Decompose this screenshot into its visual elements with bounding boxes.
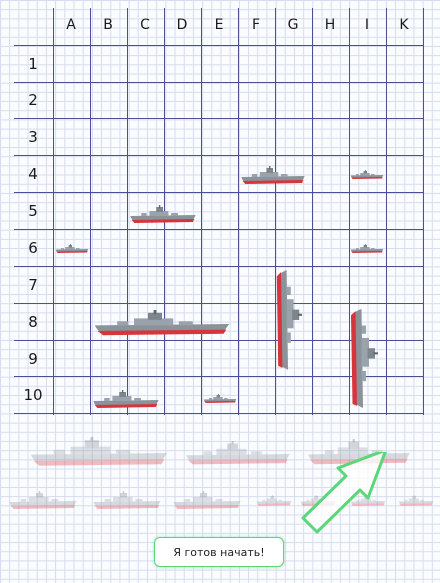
col-label-h: H — [324, 17, 336, 33]
grid-vline — [201, 8, 202, 415]
col-label-b: B — [103, 17, 113, 33]
row-label-4: 4 — [28, 165, 38, 183]
grid-hline — [14, 155, 423, 156]
ship-2-c5-d5[interactable] — [129, 205, 197, 225]
row-label-9: 9 — [28, 350, 38, 368]
col-label-f: F — [251, 17, 261, 33]
grid-hline — [14, 303, 423, 304]
ship-1-i4[interactable] — [350, 170, 384, 180]
grid-vline — [312, 8, 313, 415]
row-label-1: 1 — [28, 55, 38, 73]
grid-vline — [90, 8, 91, 415]
grid-vline — [238, 8, 239, 415]
arrow-icon — [301, 452, 387, 534]
row-label-7: 7 — [28, 276, 38, 294]
grid-hline — [14, 229, 423, 230]
grid-hline — [14, 192, 423, 193]
col-label-c: C — [140, 17, 150, 33]
tray-ship-2 — [172, 491, 242, 511]
ready-to-start-button[interactable]: Я готов начать! — [154, 537, 284, 567]
tray-ship-3 — [184, 441, 292, 467]
row-label-2: 2 — [28, 91, 38, 109]
row-label-8: 8 — [28, 313, 38, 331]
ship-1-a6[interactable] — [55, 244, 89, 254]
grid-vline — [53, 8, 54, 415]
grid-hline — [14, 413, 423, 414]
ship-4-b8-e8[interactable] — [92, 310, 232, 338]
row-label-10: 10 — [23, 386, 43, 404]
ship-2-f4-g4[interactable] — [240, 166, 306, 186]
ship-3-g7-g9[interactable] — [274, 268, 302, 372]
row-label-3: 3 — [28, 128, 38, 146]
grid-hline — [14, 118, 423, 119]
ship-3-i8-i10[interactable] — [348, 307, 378, 410]
grid-hline — [14, 266, 423, 267]
col-label-k: K — [399, 17, 409, 33]
col-label-i: I — [364, 17, 370, 33]
row-label-6: 6 — [28, 239, 38, 257]
col-label-a: A — [66, 17, 76, 33]
col-label-d: D — [176, 17, 188, 33]
grid-vline — [386, 8, 387, 415]
col-label-g: G — [287, 17, 299, 33]
grid-hline — [14, 82, 423, 83]
col-label-e: E — [214, 17, 224, 33]
row-label-5: 5 — [28, 202, 38, 220]
ship-1-i6[interactable] — [350, 244, 384, 254]
tray-ship-2 — [92, 491, 162, 511]
tray-ship-1 — [256, 495, 292, 507]
tray-ship-2 — [8, 491, 78, 511]
grid-vline — [127, 8, 128, 415]
grid-vline — [423, 8, 424, 415]
ship-1-e10[interactable] — [203, 394, 237, 404]
grid-hline — [14, 45, 423, 46]
ship-2-b10-c10[interactable] — [92, 390, 160, 410]
battleship-board[interactable]: A B C D E F G H I K 1 2 3 4 5 6 7 8 9 10 — [0, 0, 440, 583]
tray-ship-4 — [28, 437, 170, 469]
